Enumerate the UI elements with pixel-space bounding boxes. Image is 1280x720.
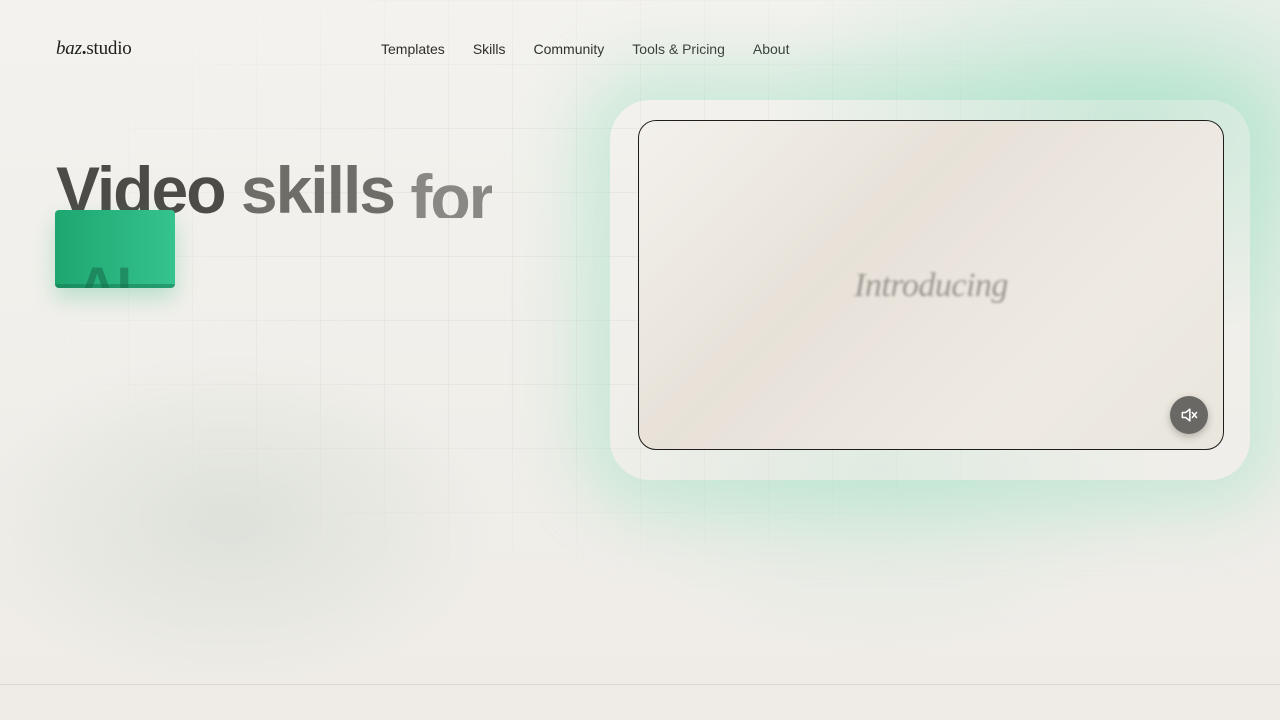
hero-word-for: for	[410, 161, 493, 218]
main-nav: Templates Skills Community Tools & Prici…	[381, 41, 789, 57]
logo-suffix: studio	[86, 38, 132, 59]
hero-word-skills: skills	[240, 153, 396, 218]
nav-item-skills[interactable]: Skills	[473, 41, 506, 57]
logo[interactable]: baz.studio	[56, 38, 132, 60]
hero-title: Video skills for	[56, 148, 492, 218]
chip-underline	[55, 284, 175, 288]
mute-button[interactable]	[1170, 396, 1208, 434]
hero-highlight-chip: AI	[55, 210, 175, 288]
nav-item-about[interactable]: About	[753, 41, 790, 57]
hero-word-video: Video	[56, 153, 227, 218]
video-caption: Introducing	[854, 267, 1008, 304]
logo-brand: baz	[56, 38, 82, 59]
nav-item-community[interactable]: Community	[533, 41, 604, 57]
site-header: baz.studio Templates Skills Community To…	[0, 0, 1280, 100]
nav-item-templates[interactable]: Templates	[381, 41, 445, 57]
speaker-muted-icon	[1181, 408, 1198, 422]
footer-divider	[0, 684, 1280, 685]
hero-highlight-word: AI	[77, 255, 132, 288]
nav-item-tools-pricing[interactable]: Tools & Pricing	[632, 41, 725, 57]
video-player[interactable]: Introducing	[638, 120, 1224, 450]
